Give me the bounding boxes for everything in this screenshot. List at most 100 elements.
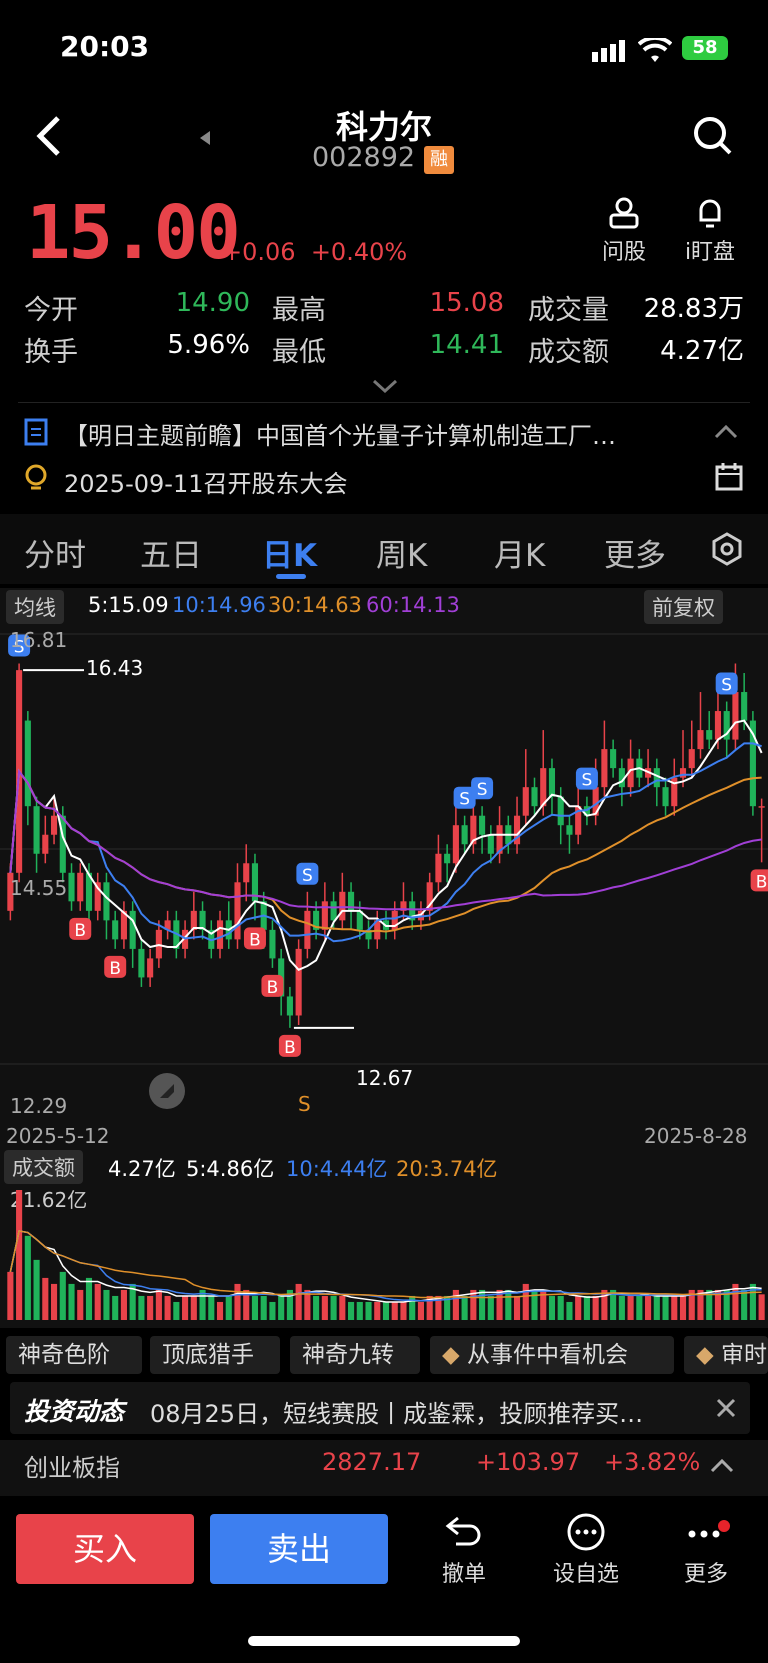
volume-ma20: 20:3.74亿 — [396, 1157, 498, 1181]
volume-bar — [16, 1190, 23, 1320]
divider — [18, 402, 750, 403]
ask-stock-button[interactable]: 问股 — [596, 196, 652, 266]
adjust-selector[interactable]: 前复权 — [644, 590, 723, 624]
volume-bar — [522, 1283, 529, 1320]
cancel-order-label: 撤单 — [441, 1562, 486, 1587]
volume-bar — [313, 1295, 320, 1320]
search-icon[interactable] — [692, 115, 734, 161]
candle-body — [601, 749, 608, 788]
volume-ma10: 10:4.44亿 — [286, 1157, 388, 1181]
volume-bar — [42, 1277, 49, 1320]
cancel-order-button[interactable]: 撤单 — [424, 1512, 504, 1588]
tab-intraday[interactable]: 分时 — [24, 530, 86, 575]
stat-label-volume: 成交量 — [528, 295, 609, 326]
battery-indicator: 58 — [682, 36, 728, 60]
volume-bar — [199, 1289, 206, 1320]
y-axis-top: 16.81 — [10, 628, 68, 652]
tab-five-day[interactable]: 五日 — [140, 530, 202, 575]
draw-tool-icon[interactable] — [148, 1072, 186, 1114]
candle-body — [295, 948, 302, 1016]
candlestick-chart[interactable]: BBBBBBSSS S SS — [0, 622, 768, 1122]
candle-body — [444, 853, 451, 864]
volume-bar — [269, 1301, 276, 1320]
tool-color-scale[interactable]: 神奇色阶 — [6, 1336, 142, 1374]
tab-more[interactable]: 更多 — [604, 530, 666, 575]
settings-icon[interactable] — [710, 532, 744, 570]
candle-body — [68, 872, 75, 902]
notice-headline[interactable]: 【明日主题前瞻】中国首个光量子计算机制造工厂… — [64, 416, 664, 451]
sell-button[interactable]: 卖出 — [210, 1514, 388, 1584]
candle-body — [732, 692, 739, 740]
volume-chart[interactable] — [0, 1180, 768, 1330]
candle-body — [330, 901, 337, 921]
candle-body — [662, 787, 669, 807]
tab-weekly-k[interactable]: 周K — [376, 530, 427, 575]
volume-bar — [251, 1295, 259, 1320]
index-value: 2827.17 — [322, 1448, 422, 1476]
volume-bar — [679, 1295, 687, 1320]
expand-stats-icon[interactable] — [372, 378, 398, 397]
volume-bar — [208, 1295, 215, 1320]
sell-marker-label: S — [477, 780, 488, 800]
tool-nine-turn[interactable]: 神奇九转 — [290, 1336, 420, 1374]
expand-index-icon[interactable] — [710, 1458, 734, 1477]
meeting-notice[interactable]: 2025-09-11召开股东大会 — [64, 464, 347, 499]
news-brand: 投资动态 — [24, 1397, 125, 1426]
stat-value-turnover: 5.96% — [167, 330, 250, 360]
volume-bar — [182, 1295, 189, 1320]
tab-daily-k[interactable]: 日K — [262, 530, 317, 575]
candle-body — [112, 920, 119, 940]
volume-bar — [260, 1295, 267, 1320]
volume-bar — [452, 1289, 459, 1320]
volume-bar — [112, 1295, 119, 1320]
candle-body — [548, 768, 556, 797]
document-icon — [24, 418, 48, 450]
ma5-value: 5:15.09 — [88, 593, 169, 617]
buy-marker-label: B — [267, 978, 279, 998]
tool-top-bottom[interactable]: 顶底猎手 — [150, 1336, 280, 1374]
more-button[interactable]: 更多 — [666, 1512, 746, 1588]
ask-stock-label: 问股 — [601, 240, 646, 265]
ma60-line — [9, 768, 762, 911]
calendar-icon[interactable] — [714, 462, 744, 496]
close-icon[interactable] — [716, 1398, 736, 1422]
volume-selector[interactable]: 成交额 — [4, 1150, 83, 1184]
tool-event-opportunity[interactable]: ◆ 从事件中看机会 — [430, 1336, 674, 1374]
volume-bar — [391, 1301, 398, 1320]
date-start: 2025-5-12 — [6, 1124, 110, 1148]
sell-marker-label: S — [302, 866, 313, 886]
buy-button[interactable]: 买入 — [16, 1514, 194, 1584]
s-marker-label: S — [298, 1092, 311, 1116]
volume-bar — [7, 1271, 14, 1320]
candle-body — [321, 901, 328, 930]
news-text[interactable]: 08月25日，短线赛股丨成鉴霖，投顾推荐买… — [150, 1394, 690, 1429]
volume-bar — [147, 1295, 154, 1320]
volume-bar — [531, 1289, 538, 1320]
candle-body — [435, 853, 442, 883]
candle-body — [339, 891, 346, 921]
undo-icon — [445, 1516, 481, 1546]
add-watchlist-button[interactable]: 设自选 — [546, 1512, 626, 1588]
volume-bar — [339, 1295, 346, 1320]
volume-ma5: 5:4.86亿 — [186, 1157, 275, 1181]
add-watchlist-label: 设自选 — [552, 1562, 619, 1587]
candle-body — [33, 806, 40, 854]
tab-monthly-k[interactable]: 月K — [494, 530, 545, 575]
collapse-icon[interactable] — [714, 424, 738, 443]
candle-body — [479, 815, 486, 835]
stat-label-high: 最高 — [272, 295, 326, 326]
margin-badge: 融 — [424, 146, 454, 174]
watch-button[interactable]: i盯盘 — [680, 196, 740, 266]
ma10-value: 10:14.96 — [172, 593, 266, 617]
volume-bar — [365, 1301, 372, 1320]
stat-label-open: 今开 — [24, 295, 78, 326]
volume-bar — [155, 1289, 162, 1320]
sell-marker-label: S — [459, 790, 470, 810]
tool-timing[interactable]: ◆ 审时 — [684, 1336, 768, 1374]
add-watchlist-icon — [567, 1513, 605, 1551]
volume-bar — [417, 1301, 424, 1320]
candle-body — [42, 834, 49, 854]
ma60-value: 60:14.13 — [366, 593, 460, 617]
ma-selector[interactable]: 均线 — [6, 590, 64, 624]
candle-body — [461, 825, 468, 845]
